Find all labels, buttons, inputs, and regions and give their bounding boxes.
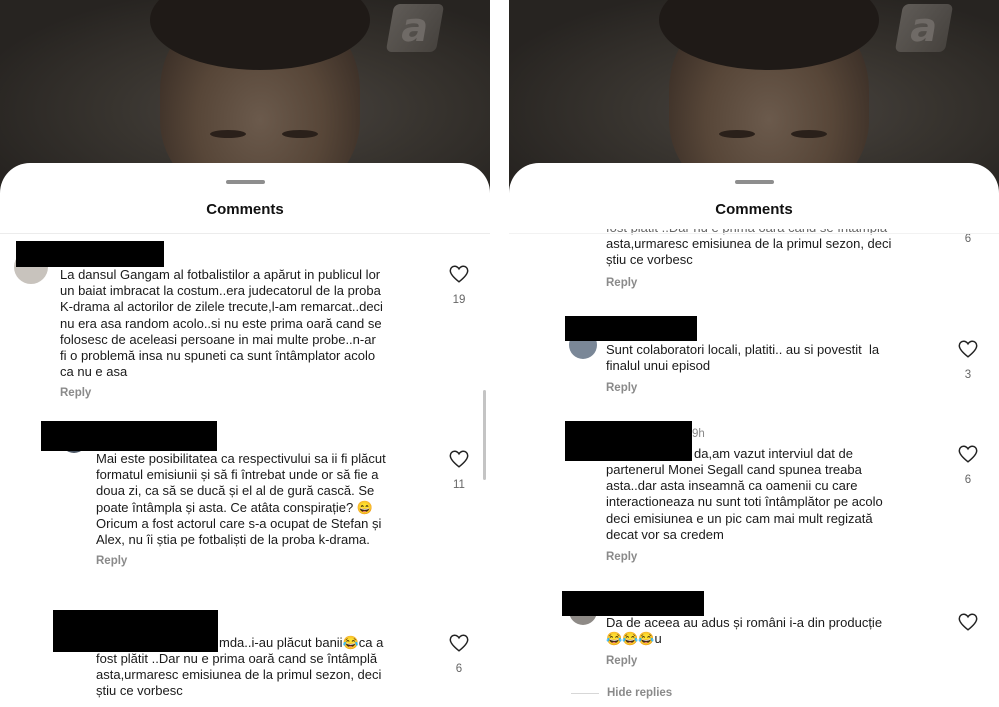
redacted-username [53, 610, 218, 652]
video-eye [282, 130, 318, 138]
comment-text: Da de aceea au adus și români i-a din pr… [606, 615, 883, 647]
channel-logo-icon: a [894, 4, 954, 52]
comment-text: fost plătit ..Dar nu e prima oară cand s… [96, 651, 382, 699]
like-count: 19 [452, 294, 466, 306]
redacted-username [41, 421, 217, 451]
video-eye [791, 130, 827, 138]
reply-button[interactable]: Reply [60, 387, 91, 399]
comment-text: Mai este posibilitatea ca respectivului … [96, 451, 386, 548]
comments-sheet: Comments La dansul Gangam al fotbalistil… [0, 163, 490, 707]
divider [0, 233, 490, 234]
divider [509, 233, 999, 234]
comment-text: asta,urmaresc emisiunea de la primul sez… [606, 236, 892, 268]
heart-outline-icon[interactable] [957, 338, 979, 360]
like-count: 3 [964, 369, 972, 381]
left-screenshot: a Comments La dansul Gangam al fotbalist… [0, 0, 490, 707]
panel-divider [490, 0, 509, 707]
comment-text-first-line: mda..i-au plăcut banii😂ca a [219, 635, 384, 650]
comment-text: La dansul Gangam al fotbalistilor a apăr… [60, 267, 383, 380]
video-eye [719, 130, 755, 138]
reply-button[interactable]: Reply [606, 382, 637, 394]
redacted-username [562, 591, 704, 616]
drag-handle[interactable] [735, 180, 774, 184]
sheet-title: Comments [715, 201, 793, 218]
comment-time: 9h [692, 428, 705, 440]
reply-button[interactable]: Reply [96, 555, 127, 567]
redacted-username [565, 421, 692, 461]
heart-outline-icon[interactable] [448, 632, 470, 654]
hide-replies-line [571, 693, 599, 694]
reply-button[interactable]: Reply [606, 551, 637, 563]
hide-replies-button[interactable]: Hide replies [607, 687, 672, 699]
drag-handle[interactable] [226, 180, 265, 184]
heart-outline-icon[interactable] [448, 263, 470, 285]
right-screenshot: a Comments fost plătit ..Dar nu e prima … [509, 0, 999, 707]
comment-text: partenerul Monei Segall cand spunea trea… [606, 462, 883, 542]
like-count: 6 [964, 233, 972, 245]
like-count: 6 [455, 663, 463, 675]
comments-sheet: Comments fost plătit ..Dar nu e prima oa… [509, 163, 999, 707]
heart-outline-icon[interactable] [957, 611, 979, 633]
sheet-title: Comments [206, 201, 284, 218]
comment-text: Sunt colaboratori locali, platiti.. au s… [606, 342, 880, 374]
heart-outline-icon[interactable] [957, 443, 979, 465]
redacted-username [16, 241, 164, 267]
reply-button[interactable]: Reply [606, 277, 637, 289]
like-count: 11 [453, 479, 465, 491]
scrollbar[interactable] [483, 390, 486, 480]
heart-outline-icon[interactable] [448, 448, 470, 470]
reply-button[interactable]: Reply [606, 655, 637, 667]
channel-logo-icon: a [385, 4, 445, 52]
like-count: 6 [964, 474, 972, 486]
redacted-username [565, 316, 697, 341]
video-eye [210, 130, 246, 138]
comment-text-first-line: da,am vazut interviul dat de [694, 446, 853, 461]
